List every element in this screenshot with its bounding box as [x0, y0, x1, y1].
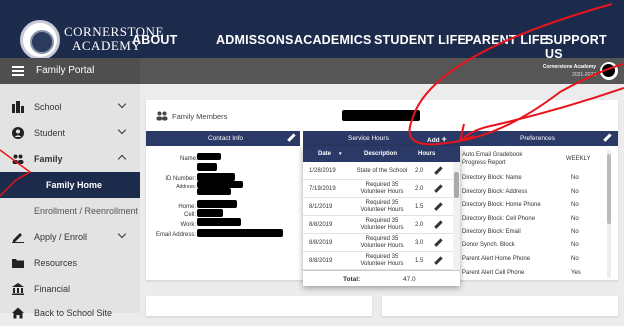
red-annotation-overlay [0, 3, 624, 197]
